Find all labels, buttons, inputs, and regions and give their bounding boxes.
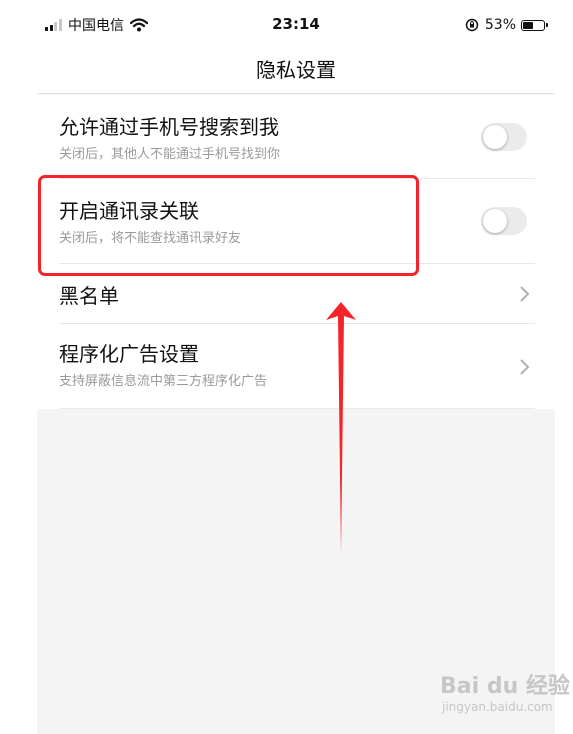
setting-row-ad-settings[interactable]: 程序化广告设置 支持屏蔽信息流中第三方程序化广告	[37, 324, 555, 409]
battery-icon	[521, 19, 548, 31]
contacts-link-toggle[interactable]	[481, 207, 527, 235]
annotation-arrow	[326, 302, 356, 554]
page-title: 隐私设置	[256, 58, 336, 82]
status-bar: 中国电信 23:14 53%	[37, 0, 555, 44]
nav-bar: 隐私设置	[37, 44, 555, 94]
setting-title: 程序化广告设置	[59, 342, 199, 366]
watermark-logo: Bai du 经验	[440, 674, 570, 699]
chevron-right-icon	[520, 286, 530, 302]
setting-title: 允许通过手机号搜索到我	[59, 115, 279, 139]
watermark-url: jingyan.baidu.com	[442, 700, 553, 714]
setting-subtitle: 支持屏蔽信息流中第三方程序化广告	[59, 374, 268, 389]
setting-title: 黑名单	[59, 284, 119, 308]
phone-search-toggle[interactable]	[481, 123, 527, 151]
setting-row-phone-search[interactable]: 允许通过手机号搜索到我 关闭后，其他人不能通过手机号找到你	[37, 95, 555, 179]
battery-fill	[523, 21, 533, 29]
battery-percent: 53%	[484, 17, 516, 33]
rotation-lock-icon	[465, 18, 479, 32]
annotation-highlight-box	[38, 175, 419, 276]
status-right: 53%	[465, 15, 548, 35]
setting-subtitle: 关闭后，其他人不能通过手机号找到你	[59, 147, 281, 162]
chevron-right-icon	[520, 359, 530, 375]
watermark: Bai du 经验 jingyan.baidu.com	[440, 668, 570, 724]
phone-screen: 中国电信 23:14 53% 隐私设置 允许通过手机号搜索到我 关闭后，其他人不…	[37, 0, 555, 734]
